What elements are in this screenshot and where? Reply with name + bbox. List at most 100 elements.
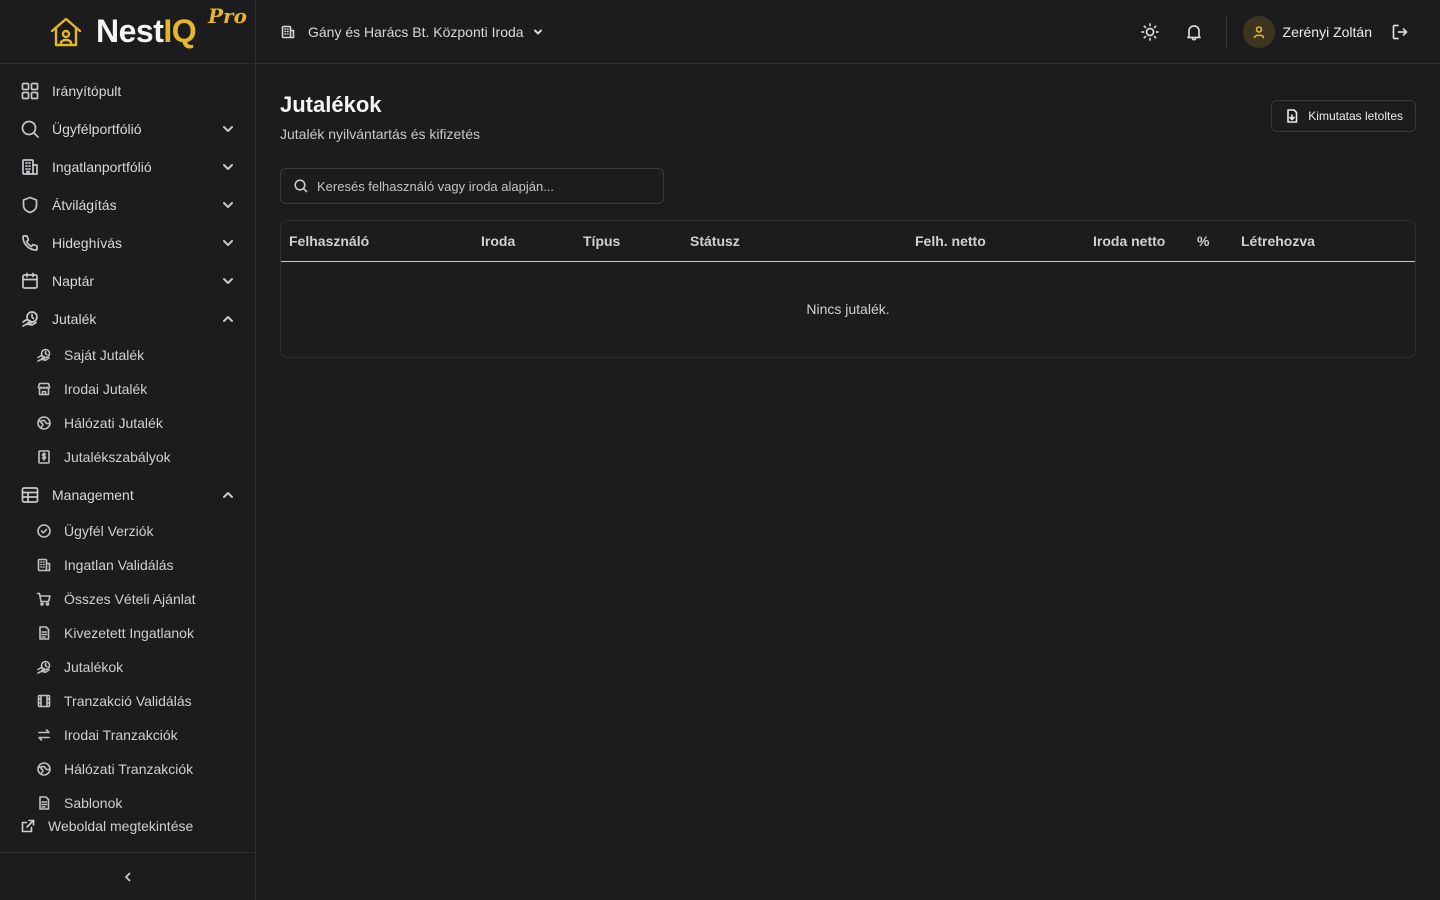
sidebar-subitem-client-versions[interactable]: Ügyfél Verziók — [0, 514, 255, 548]
sidebar-item-label: Hideghívás — [52, 235, 123, 251]
globe-icon — [37, 762, 51, 776]
chevron-down-icon — [223, 164, 233, 170]
sidebar-subitem-office-transactions[interactable]: Irodai Tranzakciók — [0, 718, 255, 752]
notifications-button[interactable] — [1174, 12, 1214, 52]
cart-icon — [36, 592, 51, 606]
check-circle-icon — [37, 524, 51, 538]
phone-icon — [22, 235, 38, 251]
sidebar-item-label: Irányítópult — [52, 83, 122, 99]
export-report-label: Kimutatas letoltes — [1308, 109, 1403, 123]
sidebar-item-label: Ingatlanportfólió — [52, 159, 152, 175]
main-content: Jutalékok Jutalék nyilvántartás és kifiz… — [256, 64, 1440, 900]
building-icon — [37, 558, 51, 572]
column-header-user[interactable]: Felhasználó — [289, 233, 369, 249]
sidebar-item-label: Naptár — [52, 273, 95, 289]
column-header-user-net[interactable]: Felh. netto — [915, 233, 986, 249]
sidebar-item-management[interactable]: Management — [0, 476, 255, 514]
sidebar-subitem-label: Irodai Tranzakciók — [64, 727, 178, 743]
coins-icon — [37, 348, 51, 362]
chevron-down-icon — [223, 278, 233, 284]
page-title: Jutalékok — [280, 92, 382, 117]
collapse-sidebar-button[interactable] — [0, 852, 255, 900]
sidebar-subitem-label: Irodai Jutalék — [64, 381, 148, 397]
sidebar-subitem-label: Saját Jutalék — [64, 347, 145, 363]
sidebar-item-commission[interactable]: Jutalék — [0, 300, 255, 338]
column-header-type[interactable]: Típus — [583, 233, 620, 249]
avatar[interactable] — [1242, 16, 1275, 48]
sidebar-subitem-all-offers[interactable]: Összes Vételi Ajánlat — [0, 582, 255, 616]
office-selector[interactable]: Gány és Harács Bt. Központi Iroda — [280, 24, 544, 40]
sidebar-item-coldcall[interactable]: Hideghívás — [0, 224, 255, 262]
commissions-table: Felhasználó Iroda Típus Státusz Felh. ne… — [280, 220, 1416, 358]
sidebar-subitem-commissions[interactable]: Jutalékok — [0, 650, 255, 684]
logout-button[interactable] — [1380, 12, 1420, 52]
sidebar-subitem-label: Jutalékok — [64, 659, 124, 675]
sidebar-subitem-transaction-validation[interactable]: Tranzakció Validálás — [0, 684, 255, 718]
sidebar-subitem-network-transactions[interactable]: Hálózati Tranzakciók — [0, 752, 255, 786]
sidebar-item-screening[interactable]: Átvilágítás — [0, 186, 255, 224]
bell-icon — [1186, 25, 1201, 41]
file-download-icon — [1287, 109, 1298, 123]
column-header-office-net[interactable]: Iroda netto — [1093, 233, 1165, 249]
sidebar-item-properties[interactable]: Ingatlanportfólió — [0, 148, 255, 186]
sun-icon — [1140, 23, 1159, 41]
search-input[interactable] — [317, 178, 657, 194]
sidebar-subitem-label: Hálózati Tranzakciók — [64, 761, 194, 777]
sidebar-subitem-label: Tranzakció Validálás — [64, 693, 192, 709]
external-link-icon — [21, 819, 35, 833]
logout-icon — [1392, 24, 1408, 40]
sidebar-item-label: Management — [52, 487, 134, 503]
search-box — [280, 168, 664, 204]
export-report-button[interactable]: Kimutatas letoltes — [1271, 100, 1416, 132]
sidebar-item-clients[interactable]: Ügyfélportfólió — [0, 110, 255, 148]
sidebar-subitem-network-commission[interactable]: Hálózati Jutalék — [0, 406, 255, 440]
building-icon — [22, 159, 38, 175]
sidebar-subitem-label: Jutalékszabályok — [64, 449, 171, 465]
shield-icon — [22, 196, 38, 214]
sidebar-subitem-office-commission[interactable]: Irodai Jutalék — [0, 372, 255, 406]
sidebar-item-calendar[interactable]: Naptár — [0, 262, 255, 300]
sidebar-subitem-label: Összes Vételi Ajánlat — [64, 591, 196, 607]
logo[interactable]: NestIQ Pro — [0, 0, 255, 64]
chevron-left-icon — [124, 872, 130, 881]
chevron-down-icon — [533, 29, 542, 34]
chevron-down-icon — [223, 202, 233, 208]
coins-icon — [37, 660, 51, 674]
coins-icon — [22, 311, 38, 327]
film-icon — [37, 694, 51, 708]
sidebar-subitem-property-validation[interactable]: Ingatlan Validálás — [0, 548, 255, 582]
sidebar-subitem-label: Ügyfél Verziók — [64, 523, 154, 539]
sidebar-subitem-commission-rules[interactable]: Jutalékszabályok — [0, 440, 255, 474]
view-website-label: Weboldal megtekintése — [48, 818, 194, 834]
chevron-down-icon — [223, 126, 233, 132]
view-website-link[interactable]: Weboldal megtekintése — [20, 816, 193, 836]
page-subtitle: Jutalék nyilvántartás és kifizetés — [280, 126, 480, 142]
document-icon — [39, 796, 50, 810]
sidebar-subitem-own-commission[interactable]: Saját Jutalék — [0, 338, 255, 372]
user-name[interactable]: Zerényi Zoltán — [1283, 24, 1372, 40]
table-header: Felhasználó Iroda Típus Státusz Felh. ne… — [281, 221, 1415, 262]
search-icon — [294, 179, 308, 193]
theme-toggle-button[interactable] — [1130, 12, 1170, 52]
logo-text: NestIQ — [96, 13, 197, 49]
column-header-percent[interactable]: % — [1197, 233, 1209, 249]
sidebar-item-label: Átvilágítás — [52, 197, 117, 213]
column-header-office[interactable]: Iroda — [481, 233, 515, 249]
office-name: Gány és Harács Bt. Központi Iroda — [308, 23, 524, 40]
sidebar-subitem-label: Ingatlan Validálás — [64, 557, 174, 573]
table-icon — [21, 487, 39, 503]
building-icon — [281, 25, 295, 38]
sidebar-subitem-templates[interactable]: Sablonok — [0, 786, 255, 820]
sidebar-subitem-removed-properties[interactable]: Kivezetett Ingatlanok — [0, 616, 255, 650]
sidebar-item-dashboard[interactable]: Irányítópult — [0, 72, 255, 110]
sidebar: NestIQ Pro Irányítópult Ügyfélportfólió … — [0, 0, 256, 900]
topbar: Gány és Harács Bt. Központi Iroda Zerény… — [256, 0, 1440, 64]
column-header-created[interactable]: Létrehozva — [1241, 233, 1315, 249]
store-icon — [37, 382, 51, 396]
document-icon — [39, 626, 50, 640]
sidebar-item-label: Ügyfélportfólió — [52, 121, 142, 137]
search-icon — [21, 120, 39, 138]
topbar-actions: Zerényi Zoltán — [1130, 0, 1440, 64]
column-header-status[interactable]: Státusz — [690, 233, 740, 249]
chevron-down-icon — [223, 240, 233, 246]
